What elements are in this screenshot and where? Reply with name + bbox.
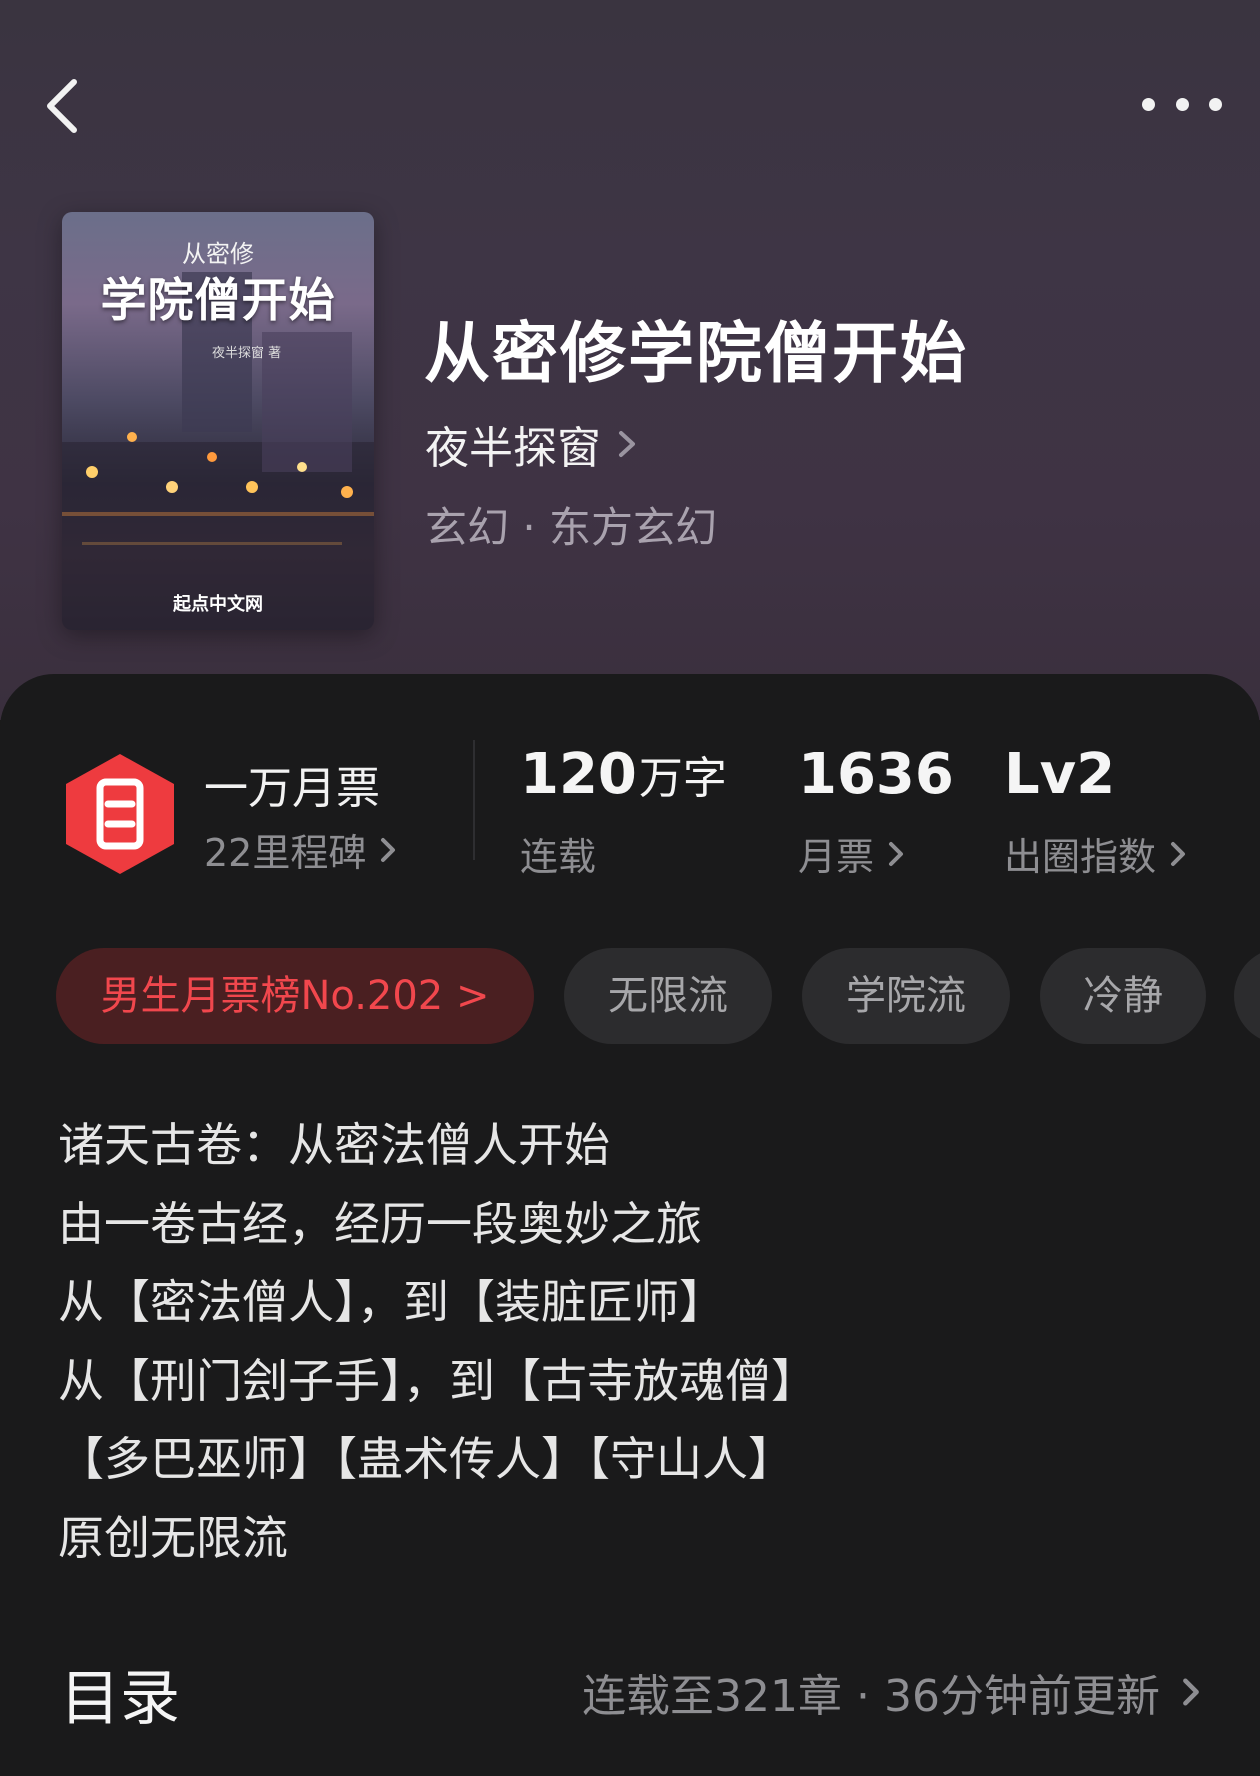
tag-chip-overflow[interactable]	[1234, 948, 1260, 1044]
dot-icon	[1142, 97, 1155, 111]
book-genre: 玄幻 · 东方玄幻	[425, 503, 718, 552]
cover-title: 学院僧开始	[100, 273, 336, 327]
chevron-right-icon	[619, 431, 635, 457]
rank-tag[interactable]: 男生月票榜No.202 >	[56, 948, 534, 1044]
top-bar	[0, 50, 1260, 160]
cover-author: 夜半探窗 著	[212, 346, 282, 361]
tag-row: 男生月票榜No.202 > 无限流 学院流 冷静	[56, 948, 1260, 1046]
dot-icon	[1175, 97, 1189, 111]
book-cover[interactable]: 从密修 学院僧开始 夜半探窗 著 起点中文网	[62, 212, 374, 630]
serial-status-label: 连载	[520, 835, 597, 879]
dot-icon	[1209, 97, 1222, 111]
tag-chip[interactable]: 无限流	[564, 948, 772, 1044]
monthly-ticket-count: 1636	[798, 742, 954, 807]
author-link[interactable]: 夜半探窗	[425, 412, 637, 476]
word-count: 120万字	[520, 742, 727, 807]
monthly-ticket-icon	[66, 754, 174, 874]
chevron-right-icon	[381, 837, 396, 862]
monthly-ticket-label: 月票	[798, 835, 875, 879]
synopsis-line: 【多巴巫师】【蛊术传人】【守山人】	[58, 1432, 794, 1486]
serial-status: 连载	[520, 826, 596, 881]
monthly-ticket-link[interactable]: 月票	[798, 826, 904, 881]
table-of-contents-title[interactable]: 目录	[60, 1650, 180, 1737]
popularity-level: Lv2	[1004, 742, 1116, 807]
synopsis-line: 由一卷古经，经历一段奥妙之旅	[58, 1196, 702, 1251]
chevron-right-icon	[889, 841, 904, 866]
word-count-unit: 万字	[638, 753, 727, 804]
chevron-right-icon	[1171, 841, 1186, 866]
table-of-contents-link[interactable]: 连载至321章 · 36分钟前更新	[582, 1660, 1200, 1724]
book-header: 从密修 学院僧开始 夜半探窗 著 起点中文网 从密修学院僧开始 夜半探窗 玄幻 …	[0, 0, 1260, 720]
back-button[interactable]	[42, 76, 82, 136]
ticket-milestone-count: 22里程碑	[204, 831, 367, 875]
synopsis-line: 从【刑门刽子手】，到【古寺放魂僧】	[58, 1353, 817, 1408]
synopsis-line: 原创无限流	[58, 1510, 288, 1565]
synopsis-line: 诸天古卷：从密法僧人开始	[58, 1118, 610, 1172]
chevron-right-icon	[1183, 1678, 1199, 1706]
tag-chip[interactable]: 学院流	[802, 948, 1010, 1044]
ticket-milestone-title: 一万月票	[204, 763, 380, 814]
more-options-button[interactable]	[1142, 86, 1222, 122]
book-synopsis[interactable]: 诸天古卷：从密法僧人开始由一卷古经，经历一段奥妙之旅 从【密法僧人】，到【装脏匠师…	[58, 1106, 817, 1577]
chevron-left-icon	[47, 79, 77, 133]
popularity-index-link[interactable]: 出圈指数	[1004, 826, 1186, 881]
stats-divider	[473, 740, 475, 860]
book-title: 从密修学院僧开始	[424, 314, 968, 392]
popularity-index-label: 出圈指数	[1004, 835, 1157, 879]
word-count-number: 120	[520, 742, 637, 807]
cover-publisher: 起点中文网	[173, 594, 263, 615]
author-name: 夜半探窗	[425, 423, 601, 474]
update-status: 连载至321章 · 36分钟前更新	[582, 1671, 1160, 1722]
tag-chip[interactable]: 冷静	[1040, 948, 1206, 1044]
synopsis-line: 从【密法僧人】，到【装脏匠师】	[58, 1275, 725, 1329]
ticket-milestone-link[interactable]: 22里程碑	[204, 822, 396, 877]
